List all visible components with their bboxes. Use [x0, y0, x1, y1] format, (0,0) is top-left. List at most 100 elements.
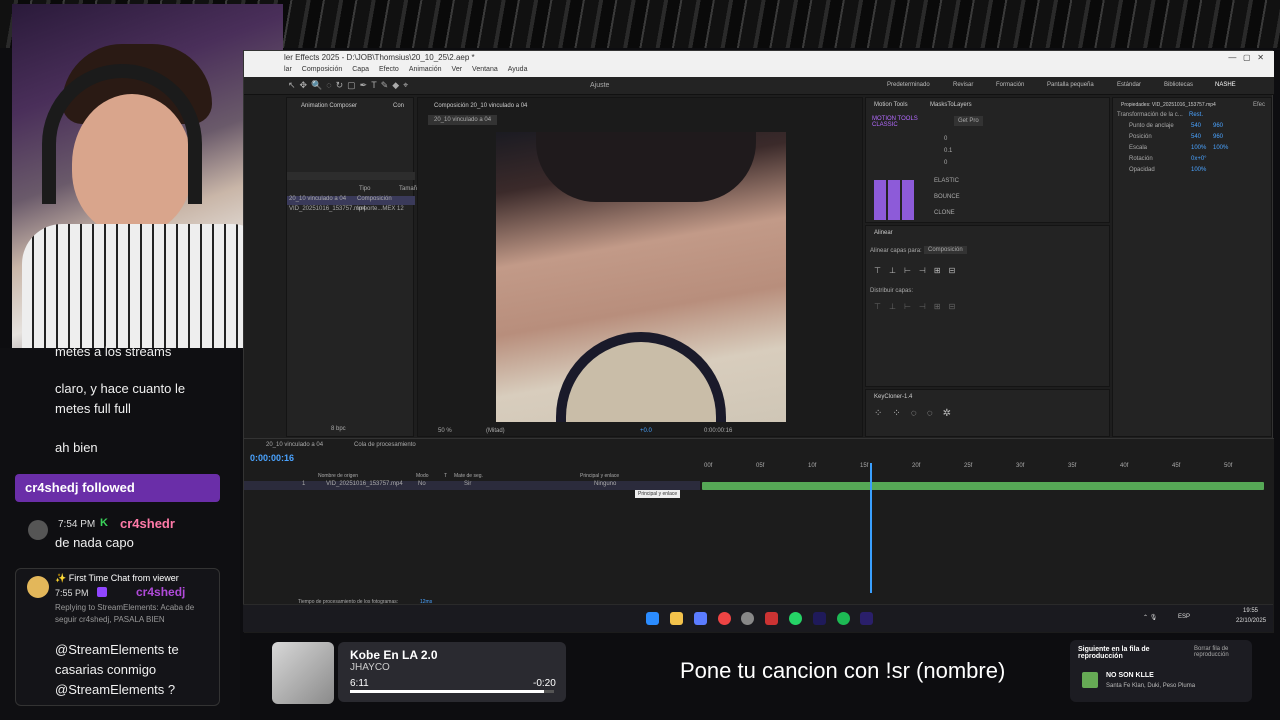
workspace-tab[interactable]: Formación	[996, 82, 1024, 88]
menu-item[interactable]: Composición	[302, 66, 342, 76]
layer-matte[interactable]: Sir	[464, 481, 471, 487]
transform-section: Transformación de la c...	[1117, 112, 1183, 118]
project-row[interactable]: 20_10 vinculado a 04 Composición	[287, 196, 415, 205]
workspace-tab[interactable]: Revisar	[953, 82, 973, 88]
spotify-icon[interactable]	[837, 612, 850, 625]
settings-icon[interactable]	[741, 612, 754, 625]
viewer-zoom[interactable]: 50 %	[438, 428, 452, 434]
menu-item[interactable]: Efecto	[379, 66, 399, 76]
keycloner-title: KeyCloner-1.4	[874, 394, 913, 400]
chat-username[interactable]: cr4shedr	[120, 516, 175, 531]
project-search[interactable]	[287, 172, 415, 180]
viewer-time[interactable]: 0:00:00:16	[704, 428, 732, 434]
tray-icons[interactable]: ⌃ 🎙	[1143, 614, 1157, 621]
prop-value[interactable]: 960	[1213, 123, 1223, 129]
recorder-icon[interactable]	[765, 612, 778, 625]
ruler-tick: 25f	[964, 463, 973, 469]
value-field[interactable]: 0	[944, 160, 947, 166]
prop-label: Opacidad	[1129, 167, 1155, 173]
workspace-tab[interactable]: Estándar	[1117, 82, 1141, 88]
prop-value[interactable]: 960	[1213, 134, 1223, 140]
workspace-tab-active[interactable]: NASHE	[1215, 82, 1236, 88]
viewer-resolution[interactable]: (Mitad)	[486, 428, 505, 434]
after-effects-icon[interactable]	[860, 612, 873, 625]
prop-value[interactable]: 540	[1191, 123, 1201, 129]
project-row[interactable]: VID_20251016_153757.mp4 Importe...MEX 12	[287, 206, 415, 215]
layer-row[interactable]: 1 VID_20251016_153757.mp4 No Sir Ninguno	[244, 481, 700, 490]
timeline-tab[interactable]: 20_10 vinculado a 04	[266, 442, 323, 448]
align-icons[interactable]: ⊤⊥⊢⊣⊞⊟	[874, 266, 963, 275]
menu-item[interactable]: lar	[284, 66, 292, 76]
clock-time[interactable]: 19:55	[1243, 608, 1258, 614]
queue-song-title: NO SON KLLE	[1106, 672, 1154, 679]
menu-item[interactable]: Ayuda	[508, 66, 528, 76]
layer-duration-bar[interactable]	[702, 482, 1264, 490]
moderator-badge-icon: K	[100, 517, 108, 529]
project-row-type: Importe...MEX 12	[357, 206, 404, 212]
prop-value[interactable]: 540	[1191, 134, 1201, 140]
tool-icons[interactable]: ↖✥🔍◌↻▢✒T✎◆⌖	[288, 80, 412, 91]
workspace-tab[interactable]: Pantalla pequeña	[1047, 82, 1094, 88]
bounce-button[interactable]: BOUNCE	[934, 194, 960, 200]
prop-value[interactable]: 100%	[1191, 167, 1206, 173]
window-controls[interactable]: — ▢ ✕	[1228, 53, 1264, 62]
menu-item[interactable]: Ver	[452, 66, 463, 76]
premiere-icon[interactable]	[813, 612, 826, 625]
whatsapp-icon[interactable]	[789, 612, 802, 625]
frame-collar	[556, 332, 726, 422]
reset-link[interactable]: Rest.	[1189, 112, 1203, 118]
effects-tab[interactable]: Efec	[1253, 102, 1265, 108]
render-queue-tab[interactable]: Cola de procesamiento	[354, 442, 416, 448]
viewer-offset: +0.0	[640, 428, 652, 434]
clock-date[interactable]: 22/10/2025	[1236, 618, 1266, 624]
playhead[interactable]	[870, 463, 872, 593]
menu-item[interactable]: Animación	[409, 66, 442, 76]
ftc-header: ✨ First Time Chat from viewer	[55, 573, 179, 583]
value-field[interactable]: 0.1	[944, 148, 952, 154]
video-frame	[496, 132, 786, 422]
clone-button[interactable]: CLONE	[934, 210, 955, 216]
app-icon[interactable]	[694, 612, 707, 625]
avatar	[28, 520, 48, 540]
value-field[interactable]: 0	[944, 136, 947, 142]
tab-motion-tools[interactable]: Motion Tools	[868, 99, 914, 111]
comp-breadcrumb[interactable]: 20_10 vinculado a 04	[428, 115, 498, 125]
workspace-tab[interactable]: Predeterminado	[887, 82, 930, 88]
ruler-tick: 05f	[756, 463, 765, 469]
distribute-icons[interactable]: ⊤⊥⊢⊣⊞⊟	[874, 302, 963, 311]
prop-value[interactable]: 100%	[1213, 145, 1228, 151]
workspace-tab[interactable]: Bibliotecas	[1164, 82, 1193, 88]
bpc-label[interactable]: 8 bpc	[331, 426, 346, 432]
anchor-grid-icon[interactable]	[874, 180, 916, 220]
start-icon[interactable]	[646, 612, 659, 625]
timeline-timecode[interactable]: 0:00:00:16	[250, 453, 294, 463]
project-row-type: Composición	[357, 196, 392, 202]
prop-value[interactable]: 0x+0°	[1191, 156, 1207, 162]
motion-tools-panel: Motion Tools MasksToLayers MOTION TOOLS …	[865, 97, 1110, 223]
queue-song-art	[1082, 672, 1098, 688]
prop-value[interactable]: 100%	[1191, 145, 1206, 151]
project-tab[interactable]: Con	[387, 100, 410, 112]
get-pro-button[interactable]: Get Pro	[954, 116, 983, 126]
ftc-header-text: First Time Chat from viewer	[68, 573, 179, 583]
snap-label[interactable]: Ajuste	[590, 82, 609, 89]
align-panel: Alinear Alinear capas para: Composición …	[865, 225, 1110, 387]
queue-clear[interactable]: Borrar fila de reproducción	[1194, 646, 1248, 658]
window-title: ler Effects 2025 - D:\JOB\Thomsius\20_10…	[244, 51, 1274, 65]
project-tab[interactable]: Animation Composer	[295, 100, 363, 112]
align-to-select[interactable]: Composición	[924, 246, 967, 254]
chrome-icon[interactable]	[718, 612, 731, 625]
song-request-text: Pone tu cancion con !sr (nombre)	[680, 658, 1006, 683]
folder-icon[interactable]	[670, 612, 683, 625]
language-indicator[interactable]: ESP	[1178, 614, 1190, 620]
tab-masks-to-layers[interactable]: MasksToLayers	[924, 99, 978, 111]
keycloner-icons[interactable]: ⁘⁘◌◌✲	[874, 408, 961, 419]
layer-mode[interactable]: No	[418, 481, 426, 487]
layer-parent[interactable]: Ninguno	[594, 481, 616, 487]
elastic-button[interactable]: ELASTIC	[934, 178, 959, 184]
chat-username[interactable]: cr4shedj	[136, 585, 185, 599]
song-remaining: -0:20	[533, 678, 556, 689]
menu-item[interactable]: Ventana	[472, 66, 498, 76]
menu-item[interactable]: Capa	[352, 66, 369, 76]
comp-tab[interactable]: Composición 20_10 vinculado a 04	[428, 100, 533, 112]
